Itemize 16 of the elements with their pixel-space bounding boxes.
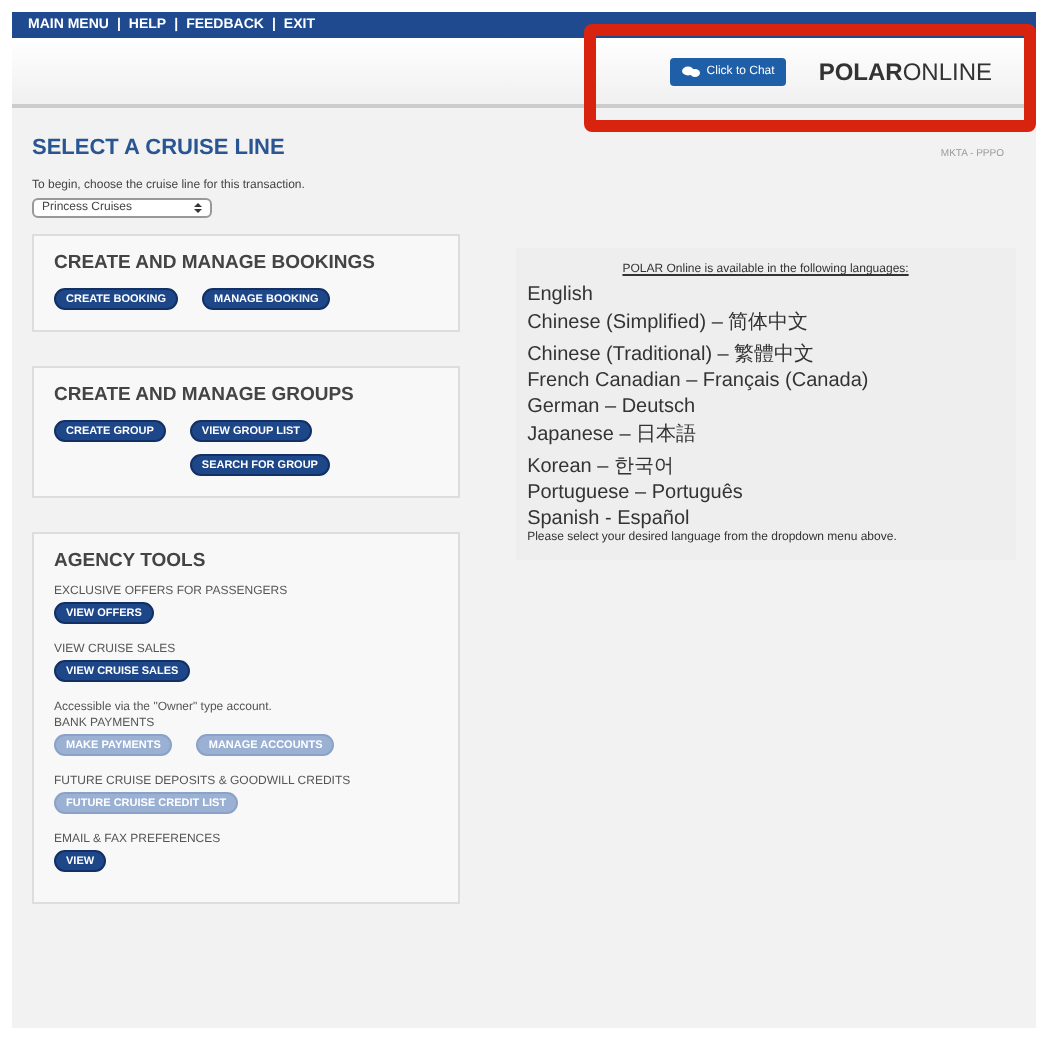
language-item: Japanese – 日本語 <box>527 421 699 448</box>
chat-bubbles-icon <box>682 65 701 77</box>
section-title: CREATE AND MANAGE BOOKINGS <box>54 252 377 274</box>
language-item: English <box>527 283 595 305</box>
language-item: Chinese (Simplified) – 简体中文 <box>527 309 811 336</box>
language-item: German – Deutsch <box>527 395 698 417</box>
section-title: CREATE AND MANAGE GROUPS <box>54 384 356 406</box>
language-item: Portuguese – Português <box>527 482 745 504</box>
logo: POLARONLINE <box>818 57 992 85</box>
section-title: AGENCY TOOLS <box>54 550 208 572</box>
language-item: French Canadian – Français (Canada) <box>527 370 871 392</box>
language-item: Spanish - Español <box>527 507 692 529</box>
language-item: Korean – 한국어 <box>527 453 676 479</box>
page-title: SELECT A CRUISE LINE <box>32 136 285 160</box>
select-arrows-icon <box>194 202 202 214</box>
language-item: Chinese (Traditional) – 繁體中文 <box>527 341 817 367</box>
